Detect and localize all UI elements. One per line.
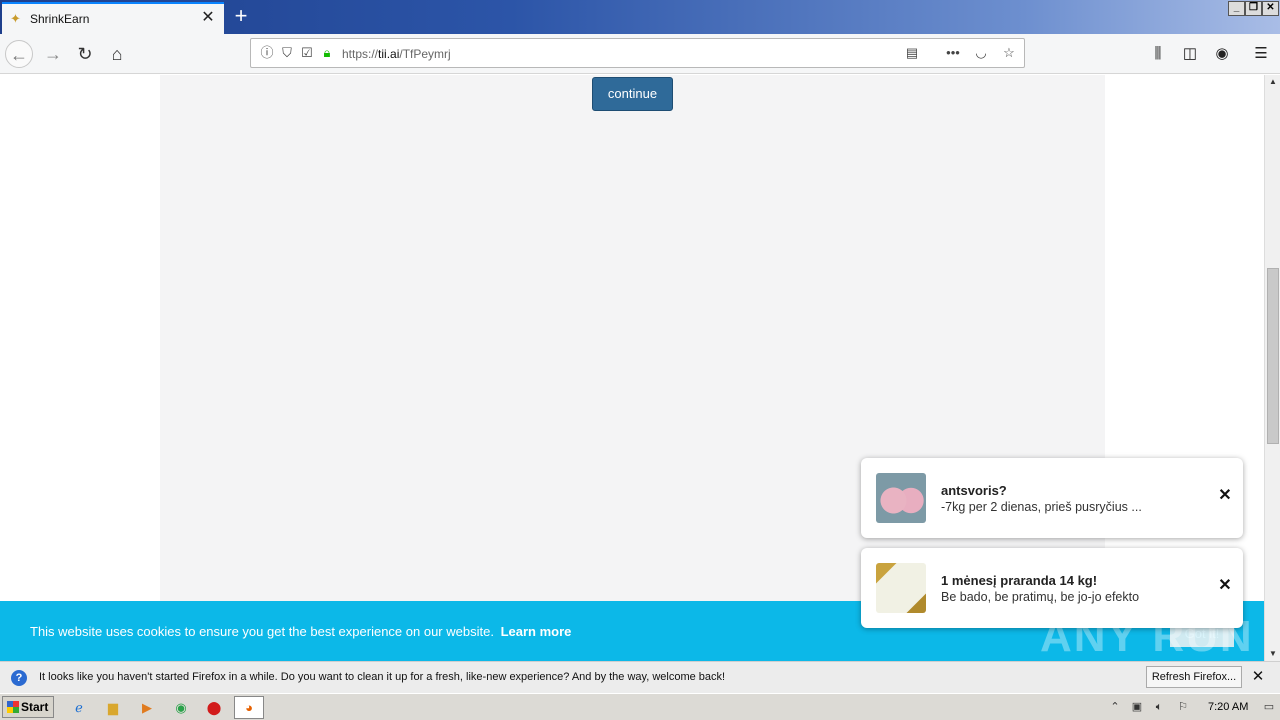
windows-logo-icon [7, 701, 19, 713]
firefox-notification-bar: ? It looks like you haven't started Fire… [0, 661, 1280, 693]
menu-icon[interactable]: ☰ [1249, 42, 1273, 66]
notification-close-icon[interactable]: ✕ [1217, 488, 1233, 504]
permissions-icon[interactable]: ☑ [299, 45, 315, 61]
cookie-learn-more-link[interactable]: Learn more [501, 624, 572, 639]
library-icon[interactable]: ⫼ [1146, 42, 1170, 66]
url-text[interactable]: https://tii.ai/TfPeymrj [342, 47, 451, 61]
opera-icon[interactable]: ⬤ [203, 697, 225, 719]
system-tray: ⌃ ▣ 🔈︎ ⚐ 7:20 AM ▭ [1104, 696, 1280, 720]
pocket-icon[interactable]: ◡ [973, 45, 989, 61]
firefox-icon: ◕ [245, 700, 253, 715]
vertical-scrollbar[interactable]: ▲ ▼ [1264, 75, 1280, 661]
reader-view-icon[interactable]: ▤ [904, 45, 920, 61]
tracking-shield-icon[interactable]: ⛉ [279, 45, 295, 61]
notification-thumbnail [876, 563, 926, 613]
navigation-toolbar: ← → ↻ ⌂ ⓘ ⛉ ☑ 🔒︎ https://tii.ai/TfPeymrj… [0, 34, 1280, 74]
action-center-flag-icon[interactable]: ⚐ [1176, 700, 1190, 714]
sidebar-icon[interactable]: ◫ [1178, 42, 1202, 66]
infobar-close-icon[interactable]: ✕ [1250, 669, 1266, 685]
lock-icon[interactable]: 🔒︎ [319, 45, 335, 61]
chrome-icon[interactable]: ◉ [170, 697, 192, 719]
notification-title: 1 mėnesį praranda 14 kg! [941, 573, 1098, 588]
info-icon[interactable]: ⓘ [259, 45, 275, 61]
bookmark-star-icon[interactable]: ☆ [1001, 45, 1017, 61]
cookie-message: This website uses cookies to ensure you … [30, 624, 572, 639]
notification-description: Be bado, be pratimų, be jo-jo efekto [941, 590, 1140, 604]
push-notification[interactable]: 1 mėnesį praranda 14 kg! Be bado, be pra… [861, 548, 1243, 628]
push-notification[interactable]: antsvoris? -7kg per 2 dienas, prieš pusr… [861, 458, 1243, 538]
taskbar-clock[interactable]: 7:20 AM [1208, 701, 1248, 713]
back-button[interactable]: ← [5, 40, 33, 68]
volume-icon[interactable]: 🔈︎ [1152, 700, 1166, 714]
start-button[interactable]: Start [2, 696, 54, 718]
notification-close-icon[interactable]: ✕ [1217, 578, 1233, 594]
scrollbar-thumb[interactable] [1267, 268, 1279, 444]
tab-favicon-icon: ✦ [10, 11, 21, 26]
notification-description: -7kg per 2 dienas, prieš pusryčius ... [941, 500, 1142, 514]
forward-button[interactable]: → [39, 40, 67, 68]
notification-title: antsvoris? [941, 483, 1007, 498]
scroll-down-arrow-icon[interactable]: ▼ [1265, 647, 1280, 661]
scroll-up-arrow-icon[interactable]: ▲ [1265, 75, 1280, 89]
continue-button[interactable]: continue [592, 77, 673, 111]
browser-titlebar: ✦ ShrinkEarn ✕ + _ ❐ ✕ [0, 0, 1280, 34]
internet-explorer-icon[interactable]: ℯ [68, 697, 90, 719]
taskbar-firefox-active[interactable]: ◕ [234, 696, 264, 719]
question-icon: ? [11, 670, 27, 686]
tray-expand-icon[interactable]: ⌃ [1108, 700, 1122, 714]
windows-taskbar: Start ℯ ▆ ▶ ◉ ⬤ ◕ ⌃ ▣ 🔈︎ ⚐ 7:20 AM ▭ [0, 693, 1280, 720]
new-tab-button[interactable]: + [230, 5, 252, 27]
notification-thumbnail [876, 473, 926, 523]
show-desktop-icon[interactable]: ▭ [1262, 700, 1276, 714]
refresh-firefox-button[interactable]: Refresh Firefox... [1146, 666, 1242, 688]
home-button[interactable]: ⌂ [103, 40, 131, 68]
tab-title: ShrinkEarn [30, 12, 90, 26]
restore-button[interactable]: ❐ [1245, 1, 1262, 16]
file-explorer-icon[interactable]: ▆ [102, 697, 124, 719]
account-icon[interactable]: ◉ [1210, 42, 1234, 66]
url-bar[interactable]: ⓘ ⛉ ☑ 🔒︎ https://tii.ai/TfPeymrj ▤ ••• ◡… [250, 38, 1025, 68]
minimize-button[interactable]: _ [1228, 1, 1245, 16]
media-player-icon[interactable]: ▶ [136, 697, 158, 719]
tab-close-icon[interactable]: ✕ [200, 10, 216, 26]
close-window-button[interactable]: ✕ [1262, 1, 1279, 16]
page-actions-icon[interactable]: ••• [945, 45, 961, 61]
network-icon[interactable]: ▣ [1130, 700, 1144, 714]
reload-button[interactable]: ↻ [71, 40, 99, 68]
infobar-message: It looks like you haven't started Firefo… [39, 671, 726, 683]
tab-shrinkearn[interactable]: ✦ ShrinkEarn ✕ [2, 2, 224, 34]
